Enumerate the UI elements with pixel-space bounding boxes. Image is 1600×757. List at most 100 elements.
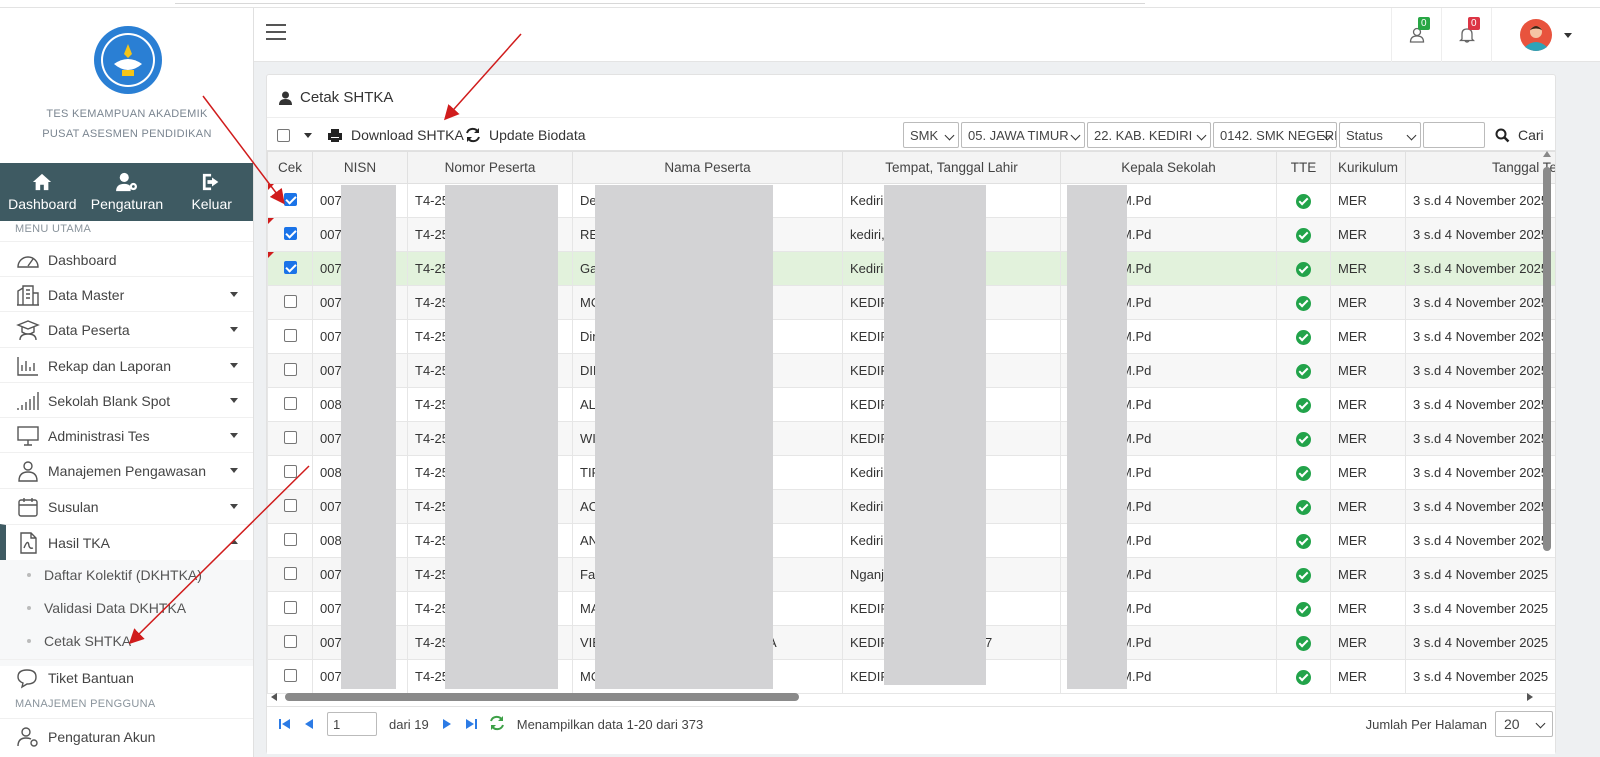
hamburger-menu-icon[interactable] (266, 24, 286, 40)
sidebar-item-rekap-laporan[interactable]: Rekap dan Laporan (0, 347, 253, 383)
kurikulum-cell: MER (1330, 217, 1406, 252)
download-label: Download SHTKA (351, 127, 464, 143)
sidebar-item-administrasi-tes[interactable]: Administrasi Tes (0, 417, 253, 453)
page-title: Cetak SHTKA (300, 89, 394, 106)
bell-notifications-button[interactable]: 0 (1441, 8, 1491, 62)
section-manajemen-pengguna: MANAJEMEN PENGGUNA (15, 698, 156, 710)
row-checkbox[interactable] (283, 430, 297, 444)
sidebar-item-label: Rekap dan Laporan (48, 357, 171, 374)
user-notifications-button[interactable]: 0 (1391, 8, 1441, 62)
ttl-text: Kediri, (850, 499, 887, 514)
row-checkbox[interactable] (283, 668, 297, 682)
page-number-input[interactable]: 1 (327, 712, 377, 736)
sidebar-item-pengaturan-akun[interactable]: Pengaturan Akun (0, 718, 253, 754)
per-page-select[interactable]: 20 (1495, 711, 1553, 737)
kurikulum-cell: MER (1330, 557, 1406, 592)
subitem-validasi-data[interactable]: Validasi Data DKHTKA (0, 592, 253, 624)
kurikulum-cell: MER (1330, 489, 1406, 524)
col-cek[interactable]: Cek (267, 151, 313, 184)
last-page-icon[interactable] (465, 718, 477, 730)
filter-sekolah-select[interactable]: 0142. SMK NEGERI (1213, 122, 1337, 148)
reload-icon[interactable] (489, 715, 505, 734)
kurikulum-cell: MER (1330, 319, 1406, 354)
filter-jenjang-select[interactable]: SMK (903, 122, 959, 148)
row-checkbox[interactable] (283, 328, 297, 342)
sidebar-item-manajemen-pengawasan[interactable]: Manajemen Pengawasan (0, 452, 253, 488)
sidebar-item-tiket-bantuan[interactable]: Tiket Bantuan (0, 659, 253, 695)
sidebar-item-label: Hasil TKA (48, 534, 110, 551)
calendar-icon (16, 496, 40, 518)
horizontal-scrollbar[interactable] (267, 689, 1541, 705)
first-page-icon[interactable] (279, 718, 291, 730)
select-value: 05. JAWA TIMUR (968, 127, 1069, 143)
top-header: 0 0 (254, 8, 1600, 62)
filter-status-select[interactable]: Status (1339, 122, 1421, 148)
sidebar-item-data-peserta[interactable]: Data Peserta (0, 311, 253, 347)
col-tte[interactable]: TTE (1276, 151, 1331, 184)
col-nomor-peserta[interactable]: Nomor Peserta (407, 151, 573, 184)
search-icon (1495, 128, 1510, 142)
row-checkbox[interactable] (283, 362, 297, 376)
col-ttl[interactable]: Tempat, Tanggal Lahir (842, 151, 1061, 184)
tanggal-cell: 3 s.d 4 November 2025 (1405, 285, 1555, 320)
row-checkbox[interactable] (283, 260, 297, 274)
col-nama-peserta[interactable]: Nama Peserta (572, 151, 843, 184)
sidebar-item-blank-spot[interactable]: Sekolah Blank Spot (0, 382, 253, 418)
toolbar: Download SHTKA Update Biodata SMK 05. JA… (267, 117, 1555, 151)
cek-cell (267, 557, 313, 592)
redaction-nisn (341, 185, 396, 689)
supervisor-icon (16, 460, 40, 482)
sidebar: TES KEMAMPUAN AKADEMIK PUSAT ASESMEN PEN… (0, 8, 254, 757)
row-checkbox[interactable] (283, 532, 297, 546)
row-checkbox[interactable] (283, 396, 297, 410)
col-nisn[interactable]: NISN (312, 151, 408, 184)
sidebar-item-susulan[interactable]: Susulan (0, 488, 253, 524)
cek-cell (267, 183, 313, 218)
row-checkbox[interactable] (283, 634, 297, 648)
tanggal-cell: 3 s.d 4 November 2025 (1405, 217, 1555, 252)
chevron-down-icon (230, 363, 238, 368)
download-shtka-button[interactable]: Download SHTKA (327, 118, 464, 152)
bar-chart-icon (16, 355, 40, 377)
col-tanggal[interactable]: Tanggal Te (1405, 151, 1555, 184)
bulk-select-dropdown[interactable] (277, 118, 312, 152)
row-checkbox[interactable] (283, 294, 297, 308)
update-label: Update Biodata (489, 127, 586, 143)
pdf-icon (16, 531, 40, 554)
search-button[interactable]: Cari (1495, 118, 1544, 152)
check-circle-icon (1296, 499, 1311, 515)
filter-provinsi-select[interactable]: 05. JAWA TIMUR (961, 122, 1085, 148)
sidebar-item-dashboard[interactable]: Dashboard (0, 241, 253, 277)
row-checkbox[interactable] (283, 600, 297, 614)
ttl-text: Kediri, (850, 193, 887, 208)
col-kepala-sekolah[interactable]: Kepala Sekolah (1060, 151, 1277, 184)
next-page-icon[interactable] (441, 718, 453, 730)
row-checkbox[interactable] (283, 498, 297, 512)
select-all-checkbox[interactable] (277, 128, 290, 142)
prev-page-icon[interactable] (303, 718, 315, 730)
cek-cell (267, 625, 313, 660)
quicknav-keluar[interactable]: Keluar (169, 163, 253, 221)
row-checkbox[interactable] (283, 464, 297, 478)
sidebar-item-label: Susulan (48, 498, 99, 515)
filter-kabupaten-select[interactable]: 22. KAB. KEDIRI (1087, 122, 1211, 148)
subitem-daftar-kolektif[interactable]: Daftar Kolektif (DKHTKA) (0, 559, 253, 591)
redaction-kepsek (1067, 185, 1127, 689)
tte-cell (1276, 217, 1331, 252)
subitem-cetak-shtka[interactable]: Cetak SHTKA (0, 625, 253, 657)
quicknav-dashboard[interactable]: Dashboard (0, 163, 85, 221)
quicknav-pengaturan[interactable]: Pengaturan (85, 163, 170, 221)
row-checkbox[interactable] (283, 192, 297, 206)
tanggal-cell: 3 s.d 4 November 2025 (1405, 353, 1555, 388)
sidebar-item-data-master[interactable]: Data Master (0, 276, 253, 312)
vertical-scrollbar[interactable] (1540, 151, 1554, 689)
row-checkbox[interactable] (283, 566, 297, 580)
search-input[interactable] (1423, 122, 1485, 148)
col-kurikulum[interactable]: Kurikulum (1330, 151, 1406, 184)
update-biodata-button[interactable]: Update Biodata (465, 118, 586, 152)
row-checkbox[interactable] (283, 226, 297, 240)
sidebar-item-hasil-tka[interactable]: Hasil TKA (0, 524, 253, 560)
check-circle-icon (1296, 601, 1311, 617)
user-menu[interactable] (1491, 8, 1599, 62)
app-subtitle-1: TES KEMAMPUAN AKADEMIK (46, 108, 208, 120)
